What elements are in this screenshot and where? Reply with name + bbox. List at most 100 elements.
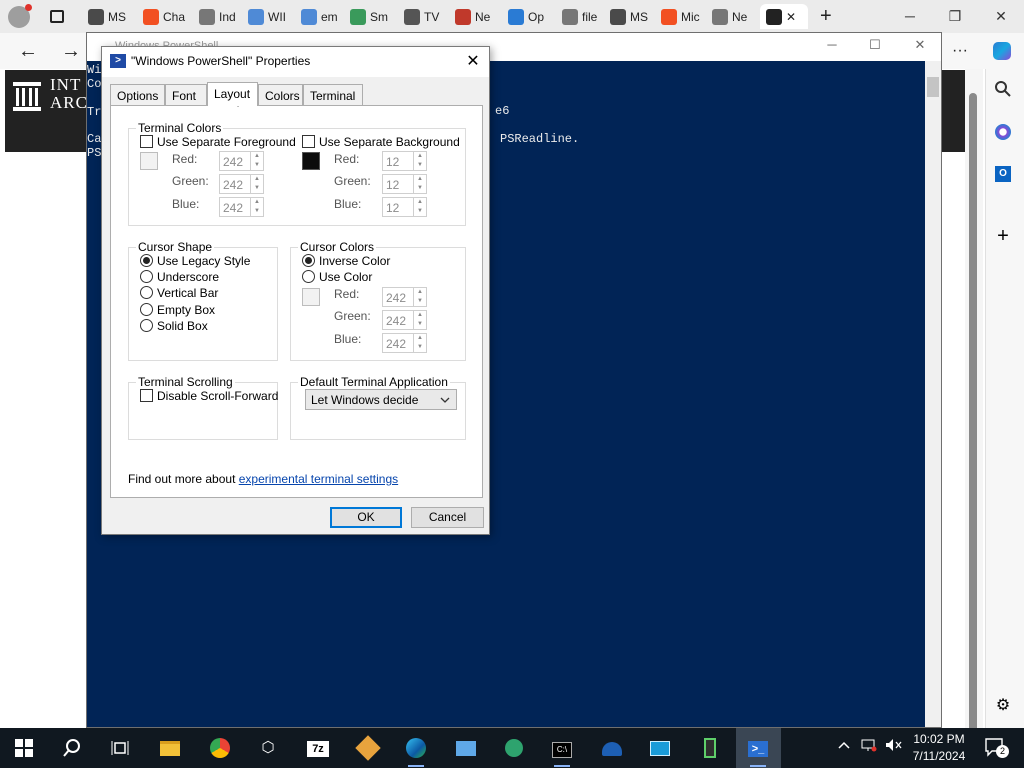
cursor-use-color-radio[interactable] — [302, 270, 315, 283]
browser-tab[interactable]: Sm — [350, 4, 396, 29]
chrome-icon[interactable] — [206, 734, 234, 762]
search-icon[interactable] — [991, 80, 1015, 104]
cursor-green-spinner[interactable]: 242 ▲ ▼ — [382, 310, 427, 330]
tab-favicon-icon — [661, 8, 677, 25]
control-panel-icon[interactable] — [452, 734, 480, 762]
ps-minimize-button[interactable]: ─ — [817, 37, 847, 57]
device-app-icon[interactable] — [696, 734, 724, 762]
cursor-underscore-radio[interactable] — [140, 270, 153, 283]
experimental-settings-link[interactable]: experimental terminal settings — [239, 472, 398, 486]
console-line: Ca — [87, 132, 102, 146]
taskbar-clock[interactable]: 10:02 PM 7/11/2024 — [908, 731, 970, 765]
browser-tab[interactable]: Op — [508, 4, 554, 29]
tab-font[interactable]: Font — [165, 84, 207, 105]
separate-foreground-checkbox[interactable] — [140, 135, 153, 148]
cursor-solid-box-radio[interactable] — [140, 319, 153, 332]
browser-tab[interactable]: em — [301, 4, 347, 29]
copilot-sidebar-icon[interactable] — [991, 120, 1015, 144]
7zip-icon[interactable]: 7z — [304, 734, 332, 762]
notification-center-icon[interactable]: 2 — [984, 737, 1009, 760]
tab-layout[interactable]: Layout — [207, 82, 258, 106]
powershell-icon: > — [110, 54, 126, 68]
browser-restore-button[interactable]: ❐ — [940, 4, 970, 28]
browser-tab[interactable]: MS — [88, 4, 134, 29]
ps-close-button[interactable]: ✕ — [905, 37, 935, 57]
back-button[interactable]: ← — [14, 38, 42, 64]
app-orange-icon[interactable] — [354, 734, 382, 762]
tab-terminal[interactable]: Terminal — [303, 84, 363, 105]
chevron-up-icon[interactable] — [838, 738, 850, 753]
browser-tab[interactable]: WII — [248, 4, 294, 29]
remote-desktop-icon[interactable] — [646, 734, 674, 762]
fg-green-spinner[interactable]: 242 ▲ ▼ — [219, 174, 264, 194]
bg-red-spinner[interactable]: 12 ▲ ▼ — [382, 151, 427, 171]
ps-maximize-button[interactable]: ☐ — [860, 37, 890, 57]
powershell-taskbar-icon[interactable]: >_ — [744, 734, 772, 767]
add-sidebar-app-icon[interactable]: + — [991, 224, 1015, 248]
dialog-close-button[interactable]: ✕ — [459, 49, 487, 75]
edge-icon[interactable] — [402, 734, 430, 767]
cursor-colors-label: Cursor Colors — [298, 240, 377, 254]
browser-tab[interactable]: Ne — [455, 4, 501, 29]
cursor-vertical-bar-radio[interactable] — [140, 286, 153, 299]
find-more-text: Find out more about experimental termina… — [128, 472, 399, 486]
network-app-icon[interactable] — [500, 734, 528, 762]
outlook-icon[interactable]: O — [991, 160, 1015, 184]
browser-tab[interactable]: file — [562, 4, 608, 29]
fg-red-spinner[interactable]: 242 ▲ ▼ — [219, 151, 264, 171]
page-scrollbar[interactable] — [965, 69, 983, 753]
tab-options[interactable]: Options — [110, 84, 165, 105]
command-prompt-icon[interactable]: C:\ — [548, 734, 576, 767]
console-line: Co — [87, 77, 102, 91]
new-tab-button[interactable]: + — [820, 4, 840, 29]
browser-tab[interactable]: Ne — [712, 4, 758, 29]
browser-tab[interactable]: Ind — [199, 4, 245, 29]
bg-blue-spinner[interactable]: 12 ▲ ▼ — [382, 197, 427, 217]
more-menu-button[interactable]: ··· — [946, 38, 974, 64]
foreground-color-swatch — [140, 152, 158, 170]
disable-scroll-forward-checkbox[interactable] — [140, 389, 153, 402]
profile-avatar[interactable] — [8, 4, 38, 29]
browser-tab[interactable]: Cha — [143, 4, 189, 29]
sidebar-settings-icon[interactable]: ⚙ — [991, 694, 1015, 718]
cursor-legacy-radio[interactable] — [140, 254, 153, 267]
separate-background-checkbox[interactable] — [302, 135, 315, 148]
browser-minimize-button[interactable]: ─ — [895, 4, 925, 28]
browser-close-button[interactable]: ✕ — [986, 4, 1016, 28]
task-view-icon[interactable] — [106, 734, 134, 762]
file-explorer-icon[interactable] — [156, 734, 184, 762]
cursor-red-spinner[interactable]: 242 ▲ ▼ — [382, 287, 427, 307]
fg-blue-spinner[interactable]: 242 ▲ ▼ — [219, 197, 264, 217]
cursor-empty-box-radio[interactable] — [140, 303, 153, 316]
default-terminal-dropdown[interactable]: Let Windows decide — [305, 389, 457, 410]
browser-tab-label: Mic — [681, 9, 700, 24]
start-button[interactable] — [10, 734, 38, 762]
bg-green-spinner[interactable]: 12 ▲ ▼ — [382, 174, 427, 194]
tab-actions-icon[interactable] — [50, 4, 72, 29]
active-browser-tab[interactable]: ✕ — [760, 4, 808, 29]
ok-button[interactable]: OK — [330, 507, 402, 528]
tab-favicon-icon — [350, 8, 366, 25]
separate-foreground-label: Use Separate Foreground — [157, 135, 296, 149]
virtualbox-icon[interactable]: ⬡ — [254, 734, 282, 762]
cursor-blue-spinner[interactable]: 242 ▲ ▼ — [382, 333, 427, 353]
tab-colors[interactable]: Colors — [258, 84, 303, 105]
cancel-button[interactable]: Cancel — [411, 507, 484, 528]
browser-tab-label: em — [321, 9, 338, 24]
browser-tab-label: TV — [424, 9, 440, 24]
cursor-solid-box-label: Solid Box — [157, 319, 208, 333]
browser-tab[interactable]: TV — [404, 4, 450, 29]
app-wave-icon[interactable] — [598, 734, 626, 762]
browser-tab[interactable]: Mic — [661, 4, 707, 29]
cursor-legacy-label: Use Legacy Style — [157, 254, 251, 268]
copilot-icon[interactable] — [988, 38, 1016, 64]
tab-close-icon[interactable]: ✕ — [786, 10, 796, 24]
volume-icon[interactable] — [885, 738, 903, 755]
console-scrollbar[interactable] — [925, 61, 941, 727]
browser-tab[interactable]: MS — [610, 4, 656, 29]
network-icon[interactable] — [861, 738, 877, 755]
archive-site-name[interactable]: INT ARC — [50, 76, 88, 112]
search-taskbar-icon[interactable] — [58, 734, 86, 762]
cursor-inverse-radio[interactable] — [302, 254, 315, 267]
forward-button[interactable]: → — [57, 38, 85, 64]
